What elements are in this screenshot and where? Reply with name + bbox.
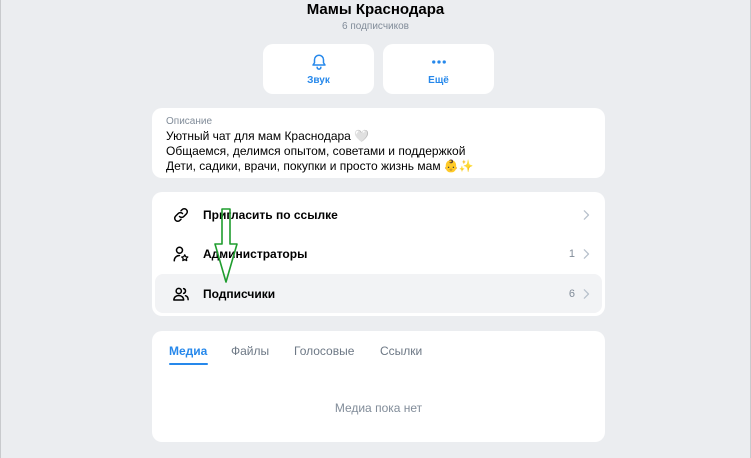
link-icon	[173, 207, 189, 222]
subscribers-count: 6	[568, 287, 575, 300]
active-tab-indicator	[169, 363, 208, 365]
tab-files[interactable]: Файлы	[231, 344, 269, 358]
more-button[interactable]: Ещё	[383, 44, 494, 94]
sound-button-label: Звук	[307, 74, 330, 86]
subscribers-label: Подписчики	[203, 286, 276, 301]
window-left-edge	[0, 0, 1, 458]
invite-link-label: Пригласить по ссылке	[203, 207, 338, 222]
tab-links[interactable]: Ссылки	[380, 344, 422, 358]
administrators-row[interactable]: Администраторы 1	[155, 234, 602, 273]
users-icon	[173, 287, 189, 301]
description-card: Описание Уютный чат для мам Краснодара 🤍…	[152, 108, 605, 178]
media-empty-state: Медиа пока нет	[334, 401, 423, 415]
chat-menu-card: Пригласить по ссылке Администраторы 1 По…	[152, 192, 605, 316]
tab-voice[interactable]: Голосовые	[294, 344, 354, 358]
administrators-label: Администраторы	[203, 246, 308, 261]
description-text: Уютный чат для мам Краснодара 🤍 Общаемся…	[166, 129, 474, 174]
description-title: Описание	[166, 116, 213, 127]
chevron-right-icon	[583, 209, 590, 220]
tab-media[interactable]: Медиа	[169, 344, 207, 358]
chevron-right-icon	[583, 288, 590, 299]
chat-title: Мамы Краснодара	[306, 1, 445, 18]
subscribers-row[interactable]: Подписчики 6	[155, 274, 602, 313]
bell-icon	[311, 54, 326, 70]
chevron-right-icon	[583, 248, 590, 259]
description-line: Общаемся, делимся опытом, советами и под…	[166, 144, 466, 158]
subscriber-count: 6 подписчиков	[342, 21, 409, 32]
sound-button[interactable]: Звук	[263, 44, 374, 94]
description-line: Уютный чат для мам Краснодара 🤍	[166, 129, 370, 143]
administrators-count: 1	[568, 247, 575, 260]
more-dots-icon	[431, 59, 446, 64]
invite-link-row[interactable]: Пригласить по ссылке	[155, 195, 602, 234]
description-line: Дети, садики, врачи, покупки и просто жи…	[166, 159, 474, 173]
chat-header: Мамы Краснодара 6 подписчиков	[0, 0, 751, 33]
media-card: Медиа Файлы Голосовые Ссылки Медиа пока …	[152, 331, 605, 442]
admin-user-icon	[173, 246, 189, 261]
more-button-label: Ещё	[428, 74, 449, 86]
